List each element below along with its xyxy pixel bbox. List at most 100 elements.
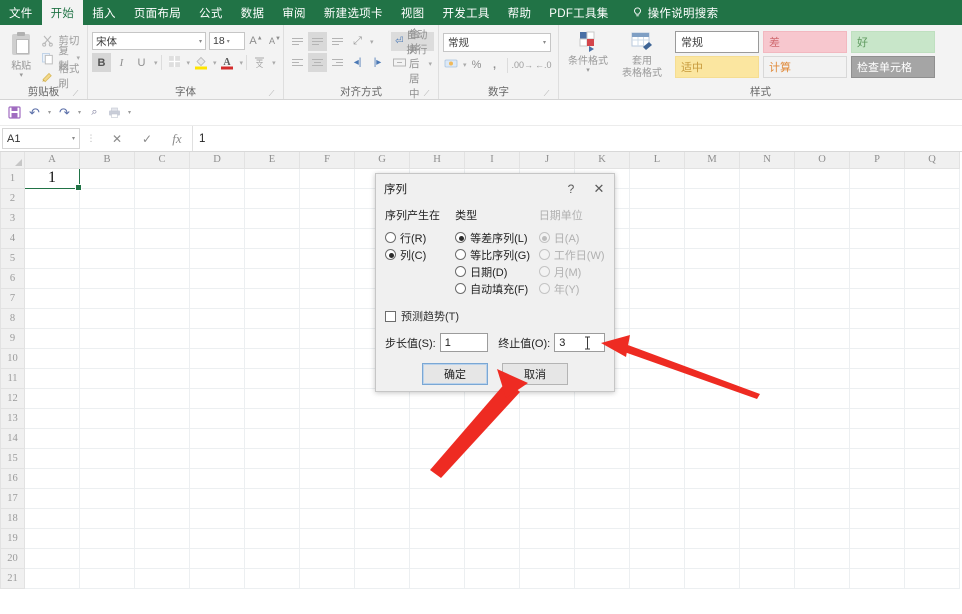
cell-style-bad[interactable]: 差	[763, 31, 847, 53]
cell-H14[interactable]	[409, 427, 465, 449]
cell-K14[interactable]	[574, 427, 630, 449]
bold-button[interactable]: B	[92, 53, 111, 72]
column-header-D[interactable]: D	[189, 152, 245, 169]
cell-D12[interactable]	[189, 387, 245, 409]
cell-O3[interactable]	[794, 207, 850, 229]
cell-P5[interactable]	[849, 247, 905, 269]
cell-G14[interactable]	[354, 427, 410, 449]
formula-bar-grip[interactable]: ⋮	[80, 126, 102, 151]
cell-F9[interactable]	[299, 327, 355, 349]
cell-D8[interactable]	[189, 307, 245, 329]
cell-M3[interactable]	[684, 207, 740, 229]
quick-print-preview-icon[interactable]: ⌕	[86, 104, 103, 121]
cell-Q8[interactable]	[904, 307, 960, 329]
cell-P10[interactable]	[849, 347, 905, 369]
row-header-14[interactable]: 14	[0, 427, 25, 449]
tell-me-search[interactable]: 操作说明搜索	[618, 0, 728, 25]
cell-E3[interactable]	[244, 207, 300, 229]
cell-A20[interactable]	[24, 547, 80, 569]
align-right-button[interactable]	[328, 53, 347, 72]
cell-K16[interactable]	[574, 467, 630, 489]
cell-P8[interactable]	[849, 307, 905, 329]
cell-A6[interactable]	[24, 267, 80, 289]
cell-G21[interactable]	[354, 567, 410, 589]
cell-D7[interactable]	[189, 287, 245, 309]
cell-F12[interactable]	[299, 387, 355, 409]
cancel-button[interactable]: 取消	[502, 363, 568, 385]
row-header-22[interactable]: 22	[0, 587, 25, 589]
cell-E14[interactable]	[244, 427, 300, 449]
column-header-M[interactable]: M	[684, 152, 740, 169]
cell-C5[interactable]	[134, 247, 190, 269]
cell-style-calculation[interactable]: 计算	[763, 56, 847, 78]
cell-J21[interactable]	[519, 567, 575, 589]
ribbon-tab-developer[interactable]: 开发工具	[433, 0, 498, 25]
cell-B11[interactable]	[79, 367, 135, 389]
cell-E18[interactable]	[244, 507, 300, 529]
cell-O10[interactable]	[794, 347, 850, 369]
cell-F20[interactable]	[299, 547, 355, 569]
row-header-15[interactable]: 15	[0, 447, 25, 469]
chevron-down-icon[interactable]: ▾	[370, 38, 374, 46]
row-header-16[interactable]: 16	[0, 467, 25, 489]
cell-K17[interactable]	[574, 487, 630, 509]
cell-B3[interactable]	[79, 207, 135, 229]
cell-G19[interactable]	[354, 527, 410, 549]
radio-type-date[interactable]: 日期(D)	[455, 263, 539, 280]
cell-P3[interactable]	[849, 207, 905, 229]
cell-Q16[interactable]	[904, 467, 960, 489]
cell-C9[interactable]	[134, 327, 190, 349]
radio-type-autofill[interactable]: 自动填充(F)	[455, 280, 539, 297]
cell-M21[interactable]	[684, 567, 740, 589]
cell-F19[interactable]	[299, 527, 355, 549]
cell-K18[interactable]	[574, 507, 630, 529]
cell-G22[interactable]	[354, 587, 410, 589]
cell-K15[interactable]	[574, 447, 630, 469]
decrease-indent-button[interactable]: ◂|	[348, 53, 367, 72]
cell-L17[interactable]	[629, 487, 685, 509]
cell-B17[interactable]	[79, 487, 135, 509]
format-as-table-button[interactable]: 套用 表格格式	[617, 31, 667, 79]
cell-F22[interactable]	[299, 587, 355, 589]
cell-M8[interactable]	[684, 307, 740, 329]
column-header-C[interactable]: C	[134, 152, 190, 169]
cell-C6[interactable]	[134, 267, 190, 289]
cell-N18[interactable]	[739, 507, 795, 529]
row-header-6[interactable]: 6	[0, 267, 25, 289]
cell-C15[interactable]	[134, 447, 190, 469]
cell-C19[interactable]	[134, 527, 190, 549]
cell-K21[interactable]	[574, 567, 630, 589]
cell-M14[interactable]	[684, 427, 740, 449]
cell-M2[interactable]	[684, 187, 740, 209]
cell-E1[interactable]	[244, 167, 300, 189]
cell-A7[interactable]	[24, 287, 80, 309]
cell-B21[interactable]	[79, 567, 135, 589]
chevron-down-icon[interactable]: ▾	[154, 59, 158, 67]
radio-type-linear[interactable]: 等差序列(L)	[455, 229, 539, 246]
cell-E4[interactable]	[244, 227, 300, 249]
cell-N22[interactable]	[739, 587, 795, 589]
cell-J18[interactable]	[519, 507, 575, 529]
cell-A13[interactable]	[24, 407, 80, 429]
cell-B10[interactable]	[79, 347, 135, 369]
cell-J20[interactable]	[519, 547, 575, 569]
cell-M7[interactable]	[684, 287, 740, 309]
cell-E13[interactable]	[244, 407, 300, 429]
cell-P9[interactable]	[849, 327, 905, 349]
row-header-17[interactable]: 17	[0, 487, 25, 509]
cell-N14[interactable]	[739, 427, 795, 449]
cell-F5[interactable]	[299, 247, 355, 269]
cell-H15[interactable]	[409, 447, 465, 469]
phonetic-guide-button[interactable]: 文	[250, 53, 269, 72]
cell-A16[interactable]	[24, 467, 80, 489]
cell-O13[interactable]	[794, 407, 850, 429]
merge-center-button[interactable]: 合并后居中 ▾	[391, 28, 434, 100]
cell-N19[interactable]	[739, 527, 795, 549]
column-header-E[interactable]: E	[244, 152, 300, 169]
cell-A22[interactable]	[24, 587, 80, 589]
cell-F6[interactable]	[299, 267, 355, 289]
cell-O22[interactable]	[794, 587, 850, 589]
cell-L21[interactable]	[629, 567, 685, 589]
fill-color-button[interactable]	[191, 53, 210, 72]
cell-D6[interactable]	[189, 267, 245, 289]
